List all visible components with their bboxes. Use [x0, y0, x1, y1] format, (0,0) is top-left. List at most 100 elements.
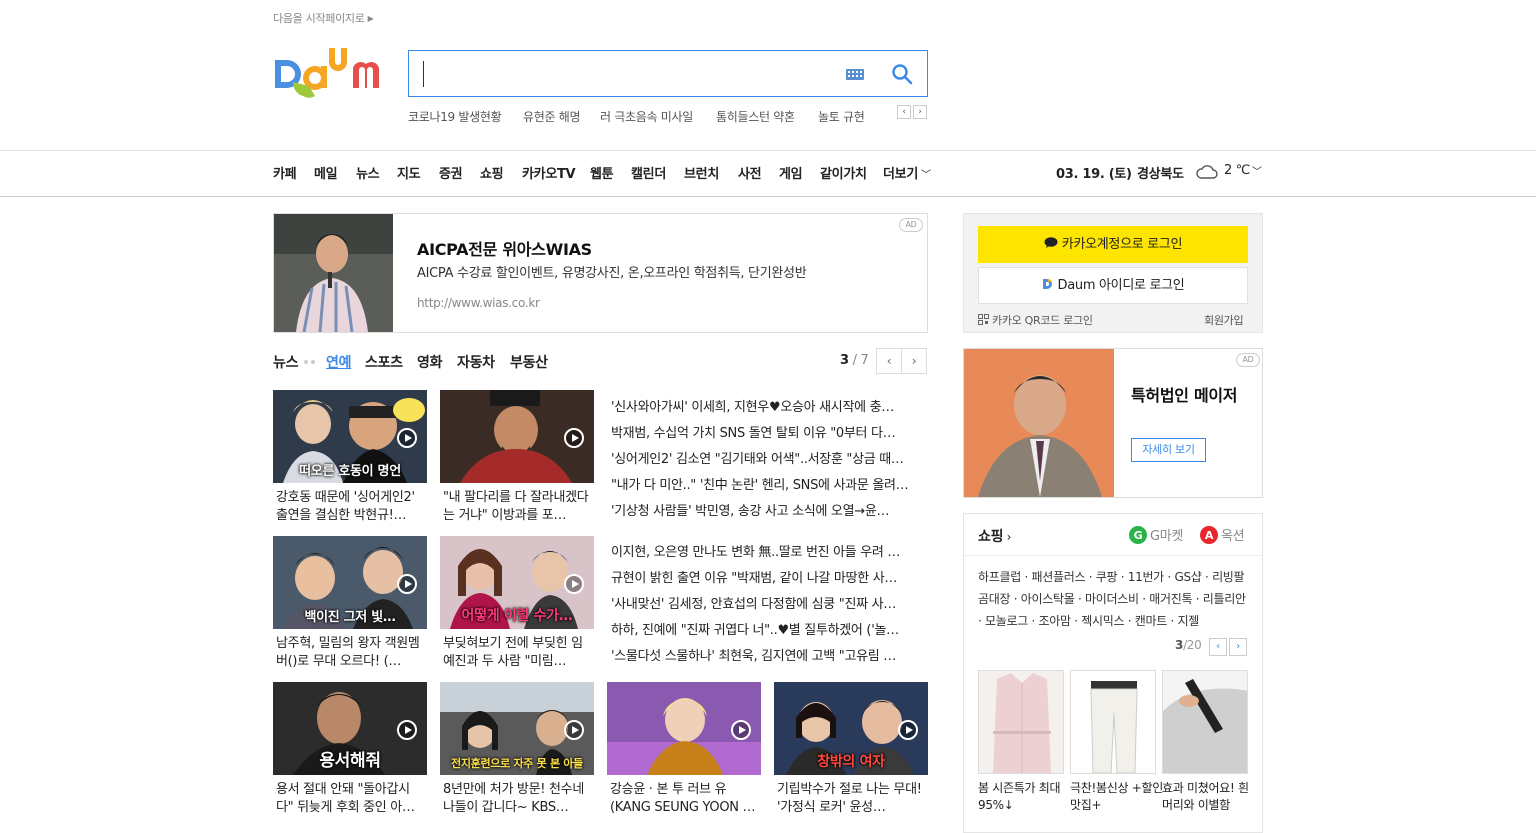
- set-start-page-link[interactable]: 다음을 시작페이지로 ▶: [273, 10, 374, 26]
- realtime-keyword[interactable]: 코로나19 발생현황: [408, 108, 502, 125]
- chevron-left-icon[interactable]: ‹: [876, 348, 902, 374]
- ad-badge: AD: [1236, 353, 1260, 367]
- ad-description[interactable]: AICPA 수강료 할인이벤트, 유명강사진, 온,오프라인 학점취득, 단기완…: [417, 262, 807, 281]
- login-box: 카카오계정으로 로그인 Daum 아이디로 로그인 카카오 QR코드 로그인 회…: [963, 213, 1263, 333]
- news-caption[interactable]: 강승윤 · 본 투 러브 유 (KANG SEUNG YOON …: [607, 781, 761, 817]
- news-thumbnail: 백이진 그저 빛…: [273, 536, 427, 629]
- headline-item[interactable]: 박재범, 수십억 가치 SNS 돌연 탈퇴 이유 "0부터 다…: [611, 422, 927, 441]
- gmarket-label: G마켓: [1150, 529, 1184, 544]
- ad-banner-side[interactable]: AD 특허법인 메이저 자세히 보기: [963, 348, 1263, 498]
- search-input[interactable]: [423, 61, 823, 87]
- nav-item-webtoon[interactable]: 웹툰: [590, 163, 614, 182]
- nav-item-brunch[interactable]: 브런치: [684, 163, 719, 182]
- product-card[interactable]: 효과 미쳤어요! 흰머리와 이별함: [1162, 670, 1249, 814]
- chevron-left-icon[interactable]: ‹: [1209, 638, 1227, 656]
- ad-title[interactable]: AICPA전문 위아스WIAS: [417, 236, 592, 260]
- product-card[interactable]: 극찬!봄신상 +할인맛집+: [1070, 670, 1163, 814]
- daum-logo[interactable]: [273, 48, 389, 100]
- signup-link[interactable]: 회원가입: [1204, 312, 1244, 328]
- news-card[interactable]: 전지훈련으로 자주 못 본 아들 8년만에 처가 방문! 천수네 나들이 갑니다…: [440, 682, 594, 817]
- auction-link[interactable]: A 옥션: [1200, 525, 1245, 544]
- nav-item-more[interactable]: 더보기 ﹀: [883, 163, 931, 182]
- tab-movie[interactable]: 영화: [417, 352, 442, 372]
- auction-label: 옥션: [1221, 529, 1245, 544]
- realtime-keyword[interactable]: 러 극초음속 미사일: [600, 108, 693, 125]
- nav-item-stock[interactable]: 증권: [439, 163, 463, 182]
- news-caption[interactable]: 부딪혀보기 전에 부딪힌 임예진과 두 사람 "미림…: [440, 635, 594, 671]
- news-caption[interactable]: 강호동 때문에 '싱어게인2' 출연을 결심한 박현규!…: [273, 489, 427, 525]
- shopping-title-link[interactable]: 쇼핑 ›: [978, 526, 1011, 546]
- headline-item[interactable]: '신사와아가씨' 이세희, 지현우♥오승아 새시작에 충…: [611, 396, 927, 415]
- thumbnail-overlay-text: 어떻게 이럴 수가…: [461, 608, 573, 624]
- ad-more-button[interactable]: 자세히 보기: [1131, 438, 1206, 462]
- headline-item[interactable]: 이지현, 오은영 만나도 변화 無..딸로 번진 아들 우려 …: [611, 541, 927, 560]
- headline-item[interactable]: '사내맞선' 김세정, 안효섭의 다정함에 심쿵 "진짜 사…: [611, 593, 927, 612]
- qr-code-icon: [978, 314, 989, 325]
- headline-item[interactable]: 하하, 진예에 "진짜 귀엽다 너"..♥별 질투하겠어 ('놀…: [611, 619, 927, 638]
- gnb-divider-bottom: [0, 196, 1536, 197]
- news-thumbnail: 어떻게 이럴 수가…: [440, 536, 594, 629]
- page-current: 3: [840, 353, 849, 368]
- news-caption[interactable]: 용서 절대 안돼 "돌아갑시다" 뒤늦게 후회 중인 아…: [273, 781, 427, 817]
- realtime-keyword[interactable]: 놀토 규현: [818, 108, 865, 125]
- ad-url[interactable]: http://www.wias.co.kr: [417, 296, 540, 310]
- chevron-right-icon[interactable]: ›: [913, 105, 927, 119]
- tab-entertainment[interactable]: 연예: [326, 352, 351, 372]
- news-card[interactable]: 창밖의 여자 기립박수가 절로 나는 무대! '가정식 로커' 윤성…: [774, 682, 928, 817]
- weather-temp: 2 ℃: [1224, 163, 1251, 178]
- nav-item-together[interactable]: 같이가치: [820, 163, 867, 182]
- nav-item-mail[interactable]: 메일: [314, 163, 338, 182]
- nav-item-map[interactable]: 지도: [397, 163, 421, 182]
- realtime-keyword[interactable]: 유현준 해명: [523, 108, 581, 125]
- nav-item-cafe[interactable]: 카페: [273, 163, 297, 182]
- tab-realestate[interactable]: 부동산: [510, 352, 548, 372]
- news-card[interactable]: "내 팔다리를 다 잘라내겠다는 거냐" 이방과를 포…: [440, 390, 594, 525]
- headline-item[interactable]: 규현이 밝힌 출연 이유 "박재범, 같이 나갈 마땅한 사…: [611, 567, 927, 586]
- search-icon[interactable]: [891, 63, 913, 85]
- news-caption[interactable]: "내 팔다리를 다 잘라내겠다는 거냐" 이방과를 포…: [440, 489, 594, 525]
- news-caption[interactable]: 남주혁, 밀림의 왕자 객원멤버()로 무대 오르다! (…: [273, 635, 427, 671]
- chevron-right-icon[interactable]: ›: [901, 348, 927, 374]
- news-caption[interactable]: 기립박수가 절로 나는 무대! '가정식 로커' 윤성…: [774, 781, 928, 817]
- qr-login-link[interactable]: 카카오 QR코드 로그인: [978, 312, 1093, 328]
- news-caption[interactable]: 8년만에 처가 방문! 천수네 나들이 갑니다~ KBS…: [440, 781, 594, 817]
- gmarket-link[interactable]: G G마켓: [1129, 525, 1183, 544]
- headline-item[interactable]: '스물다섯 스물하나' 최현욱, 김지연에 고백 "고유림 …: [611, 645, 927, 664]
- product-image: [978, 670, 1064, 774]
- kakao-login-label: 카카오계정으로 로그인: [1061, 237, 1183, 252]
- ad-banner-main[interactable]: AD AICPA전문 위아스WIAS AICPA 수강료 할인이벤트, 유명강사…: [273, 213, 928, 333]
- search-box: [408, 50, 928, 97]
- realtime-keyword[interactable]: 톰히들스턴 약혼: [716, 108, 795, 125]
- nav-item-news[interactable]: 뉴스: [356, 163, 380, 182]
- headline-item[interactable]: '싱어게인2' 김소연 "김기태와 어색"..서장훈 "상금 때…: [611, 448, 927, 467]
- chevron-right-icon[interactable]: ›: [1229, 638, 1247, 656]
- news-card[interactable]: 어떻게 이럴 수가… 부딪혀보기 전에 부딪힌 임예진과 두 사람 "미림…: [440, 536, 594, 671]
- headline-item[interactable]: '기상청 사람들' 박민영, 송강 사고 소식에 오열→윤…: [611, 500, 927, 519]
- news-card[interactable]: 백이진 그저 빛… 남주혁, 밀림의 왕자 객원멤버()로 무대 오르다! (…: [273, 536, 427, 671]
- shopping-links[interactable]: 하프클럽 · 패션플러스 · 쿠팡 · 11번가 · GS샵 · 리빙팔곰대장 …: [978, 566, 1250, 632]
- thumbnail-overlay-text: 창밖의 여자: [817, 754, 885, 770]
- tab-sports[interactable]: 스포츠: [365, 352, 403, 372]
- news-card[interactable]: 떠오른 호동이 명언 강호동 때문에 '싱어게인2' 출연을 결심한 박현규!…: [273, 390, 427, 525]
- chevron-left-icon[interactable]: ‹: [897, 105, 911, 119]
- headline-item[interactable]: "내가 다 미안.." '친中 논란' 헨리, SNS에 사과문 올려…: [611, 474, 927, 493]
- shopping-pager: 3/20: [1175, 638, 1202, 652]
- news-card[interactable]: 강승윤 · 본 투 러브 유 (KANG SEUNG YOON …: [607, 682, 761, 817]
- product-card[interactable]: 봄 시즌특가 최대 95%↓: [978, 670, 1064, 814]
- weather-widget[interactable]: 03. 19. (토) 경상북도 2 ℃ ﹀: [1056, 163, 1262, 183]
- kakao-login-button[interactable]: 카카오계정으로 로그인: [978, 226, 1248, 263]
- keyboard-icon[interactable]: [846, 69, 864, 80]
- news-card[interactable]: 용서해줘 용서 절대 안돼 "돌아갑시다" 뒤늦게 후회 중인 아…: [273, 682, 427, 817]
- tab-news[interactable]: 뉴스: [273, 352, 298, 372]
- tab-car[interactable]: 자동차: [457, 352, 495, 372]
- tab-dots-icon: [304, 360, 315, 364]
- chevron-down-icon[interactable]: ﹀: [1252, 163, 1262, 178]
- nav-item-kakaotv[interactable]: 카카오TV: [522, 163, 576, 182]
- nav-item-shopping[interactable]: 쇼핑: [480, 163, 504, 182]
- ad-title[interactable]: 특허법인 메이저: [1131, 385, 1251, 406]
- nav-item-calendar[interactable]: 캘린더: [631, 163, 666, 182]
- nav-item-game[interactable]: 게임: [779, 163, 803, 182]
- daum-login-label: 아이디로 로그인: [1095, 278, 1185, 293]
- daum-login-button[interactable]: Daum 아이디로 로그인: [978, 267, 1248, 304]
- nav-item-dictionary[interactable]: 사전: [738, 163, 762, 182]
